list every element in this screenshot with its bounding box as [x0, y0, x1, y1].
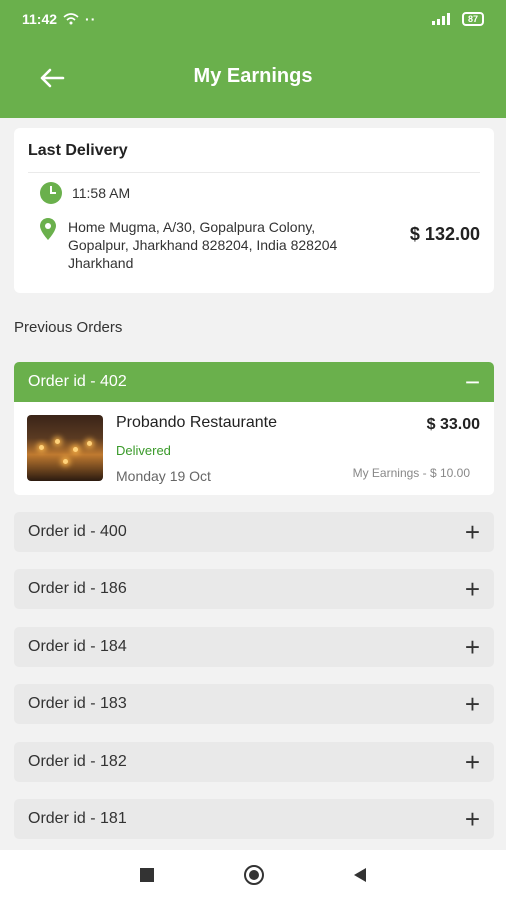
order-header[interactable]: Order id - 181 +	[14, 799, 494, 839]
delivery-time: 11:58 AM	[72, 185, 131, 201]
restaurant-thumbnail	[27, 415, 103, 481]
order-id-label: Order id - 186	[28, 580, 127, 597]
delivery-address: Home Mugma, A/30, Gopalpura Colony, Gopa…	[68, 219, 338, 271]
delivery-time-row: 11:58 AM	[40, 182, 130, 204]
last-delivery-card: Last Delivery 11:58 AM Home Mugma, A/30,…	[14, 128, 494, 293]
order-id-label: Order id - 402	[28, 373, 127, 390]
order-header[interactable]: Order id - 183 +	[14, 684, 494, 724]
expand-icon[interactable]: +	[465, 749, 480, 775]
page-title: My Earnings	[193, 65, 313, 87]
previous-orders-title: Previous Orders	[14, 319, 123, 336]
order-id-label: Order id - 183	[28, 695, 127, 712]
app-header: 11:42 ·· 87 My Earnings	[0, 0, 506, 118]
wifi-icon	[63, 13, 79, 25]
recents-icon[interactable]	[140, 868, 154, 882]
restaurant-name: Probando Restaurante	[116, 414, 277, 431]
app-bar: My Earnings	[0, 50, 506, 106]
location-pin-icon	[40, 218, 56, 240]
order-id-label: Order id - 184	[28, 638, 127, 655]
order-id-label: Order id - 181	[28, 810, 127, 827]
expand-icon[interactable]: +	[465, 576, 480, 602]
collapse-icon[interactable]: −	[465, 369, 480, 395]
order-header[interactable]: Order id - 184 +	[14, 627, 494, 667]
delivery-address-row: Home Mugma, A/30, Gopalpura Colony, Gopa…	[40, 218, 368, 272]
order-header[interactable]: Order id - 400 +	[14, 512, 494, 552]
status-bar: 11:42 ·· 87	[0, 0, 506, 38]
clock-icon	[40, 182, 62, 204]
expand-icon[interactable]: +	[465, 691, 480, 717]
order-header[interactable]: Order id - 186 +	[14, 569, 494, 609]
last-delivery-amount: $ 132.00	[409, 224, 480, 244]
order-amount: $ 33.00	[426, 416, 480, 433]
expand-icon[interactable]: +	[465, 806, 480, 832]
battery-icon: 87	[461, 12, 484, 26]
order-status: Delivered	[116, 443, 171, 458]
order-date: Monday 19 Oct	[116, 468, 211, 484]
more-dots-icon: ··	[85, 11, 97, 27]
home-icon[interactable]	[244, 865, 264, 885]
system-nav-bar	[0, 850, 506, 900]
expand-icon[interactable]: +	[465, 519, 480, 545]
order-id-label: Order id - 400	[28, 523, 127, 540]
last-delivery-title: Last Delivery	[28, 142, 128, 159]
order-header-402[interactable]: Order id - 402 −	[14, 362, 494, 402]
divider	[28, 172, 480, 173]
signal-icon	[431, 13, 450, 25]
order-id-label: Order id - 182	[28, 753, 127, 770]
my-earnings: My Earnings - $ 10.00	[352, 466, 470, 480]
order-header[interactable]: Order id - 182 +	[14, 742, 494, 782]
order-detail[interactable]: Probando Restaurante Delivered Monday 19…	[14, 402, 494, 495]
status-time: 11:42	[22, 11, 58, 27]
expand-icon[interactable]: +	[465, 634, 480, 660]
back-triangle-icon[interactable]	[354, 868, 366, 882]
